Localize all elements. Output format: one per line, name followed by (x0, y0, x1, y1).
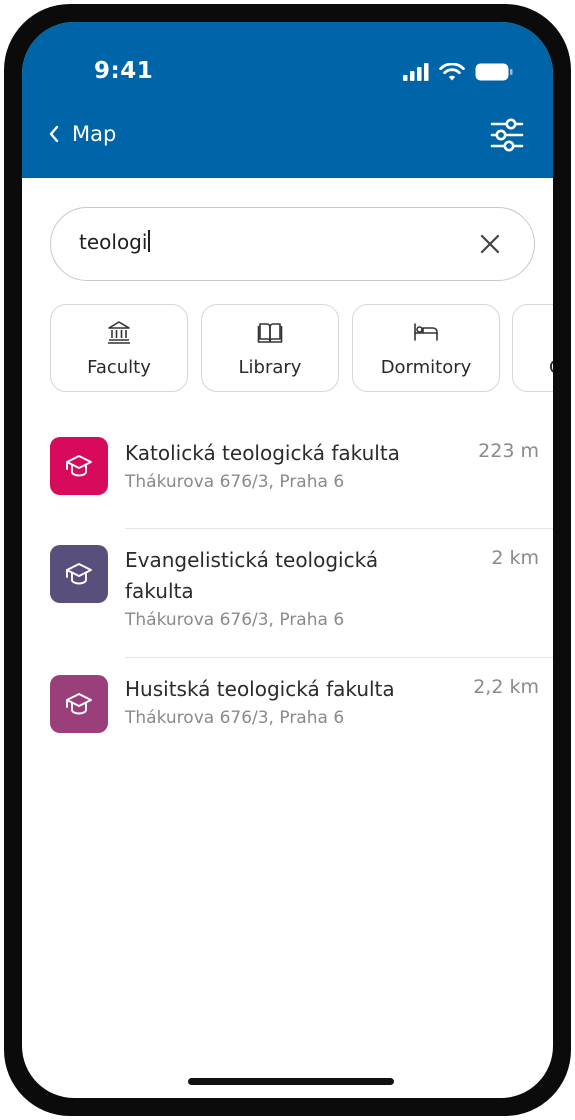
result-title: Katolická teologická fakulta (125, 441, 400, 465)
list-item[interactable]: Katolická teologická fakulta Thákurova 6… (22, 422, 553, 529)
chip-label: Ca (549, 357, 553, 378)
signal-icon (403, 63, 429, 81)
result-address: Thákurova 676/3, Praha 6 (125, 472, 345, 492)
bank-icon (108, 321, 130, 344)
list-item[interactable]: Husitská teologická fakulta Thákurova 67… (22, 658, 553, 758)
result-distance: 2 km (491, 547, 539, 569)
graduation-cap-icon (66, 693, 92, 715)
search-value: teologi (79, 230, 150, 254)
search-input[interactable]: teologi (50, 207, 535, 281)
result-icon-badge (50, 545, 108, 603)
result-distance: 223 m (478, 440, 539, 462)
text-caret (148, 230, 150, 252)
result-address: Thákurova 676/3, Praha 6 (125, 708, 345, 728)
chevron-left-icon (49, 125, 59, 143)
screen: 9:41 Map teologi Faculty Library Dormito… (22, 22, 553, 1098)
back-label: Map (72, 122, 117, 146)
bed-icon (414, 323, 438, 341)
chip-library[interactable]: Library (201, 304, 339, 392)
graduation-cap-icon (66, 563, 92, 585)
battery-icon (475, 63, 513, 81)
wifi-icon (439, 62, 465, 80)
category-chips: Faculty Library Dormitory (50, 304, 553, 394)
chip-label: Dormitory (380, 357, 472, 378)
chip-label: Faculty (87, 357, 151, 378)
chip-dormitory[interactable]: Dormitory (352, 304, 500, 392)
graduation-cap-icon (66, 455, 92, 477)
status-time: 9:41 (94, 58, 154, 84)
close-icon[interactable] (478, 232, 502, 256)
status-icons (403, 60, 513, 84)
phone-frame: 9:41 Map teologi Faculty Library Dormito… (4, 4, 571, 1116)
home-indicator[interactable] (188, 1078, 394, 1085)
chip-partial[interactable]: Ca (512, 304, 553, 392)
app-header: 9:41 Map (22, 22, 553, 178)
result-address: Thákurova 676/3, Praha 6 (125, 610, 345, 630)
chip-label: Library (238, 357, 302, 378)
filter-settings-icon[interactable] (489, 118, 525, 152)
result-title: Husitská teologická fakulta (125, 677, 395, 701)
book-icon (257, 323, 283, 343)
chip-faculty[interactable]: Faculty (50, 304, 188, 392)
back-button[interactable]: Map (48, 122, 116, 146)
result-title: Evangelistická teologická fakulta (125, 548, 379, 603)
result-distance: 2,2 km (473, 676, 539, 698)
list-item[interactable]: Evangelistická teologická fakulta Thákur… (22, 529, 553, 658)
result-icon-badge (50, 437, 108, 495)
result-icon-badge (50, 675, 108, 733)
